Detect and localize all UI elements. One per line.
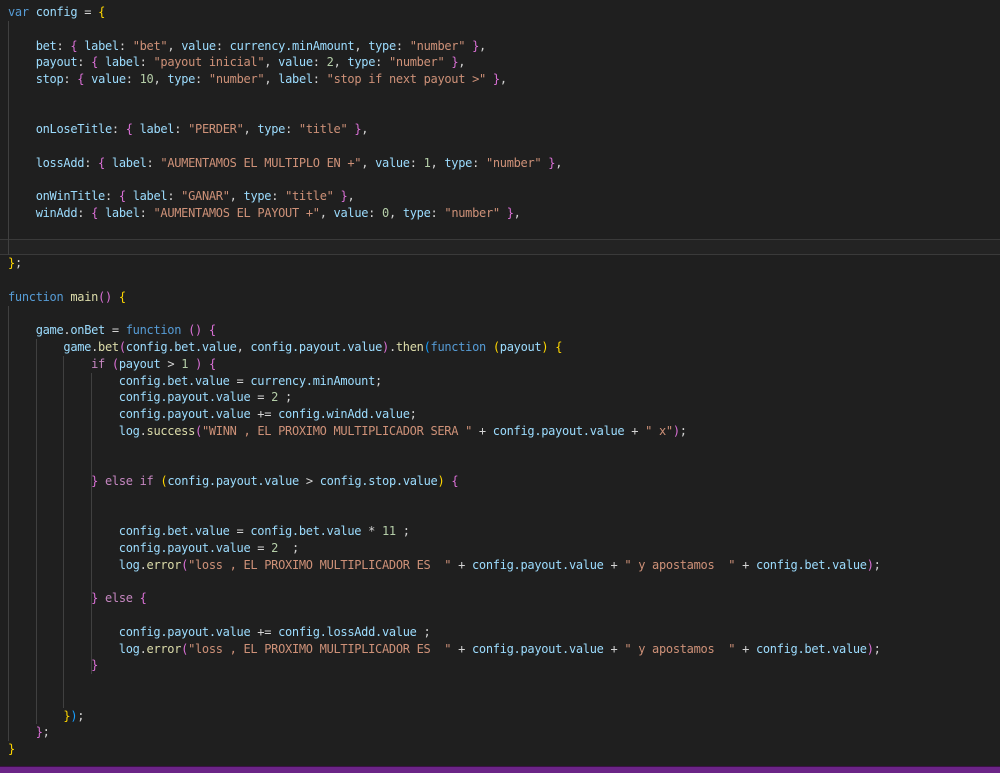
indent-guide bbox=[8, 21, 9, 256]
code-line[interactable]: config.bet.value = currency.minAmount; bbox=[0, 373, 1000, 390]
code-line[interactable] bbox=[0, 574, 1000, 591]
code-line[interactable] bbox=[0, 138, 1000, 155]
code-line[interactable]: config.payout.value += config.winAdd.val… bbox=[0, 406, 1000, 423]
code-line[interactable] bbox=[0, 607, 1000, 624]
indent-guide bbox=[8, 306, 9, 742]
code-line[interactable] bbox=[0, 674, 1000, 691]
code-line[interactable]: game.onBet = function () { bbox=[0, 322, 1000, 339]
code-line[interactable]: config.payout.value = 2 ; bbox=[0, 540, 1000, 557]
code-line[interactable]: } bbox=[0, 657, 1000, 674]
code-line[interactable]: if (payout > 1 ) { bbox=[0, 356, 1000, 373]
code-line[interactable]: onLoseTitle: { label: "PERDER", type: "t… bbox=[0, 121, 1000, 138]
code-line[interactable]: config.bet.value = config.bet.value * 11… bbox=[0, 523, 1000, 540]
code-line[interactable] bbox=[0, 172, 1000, 189]
code-line[interactable]: game.bet(config.bet.value, config.payout… bbox=[0, 339, 1000, 356]
code-line[interactable] bbox=[0, 456, 1000, 473]
code-line[interactable] bbox=[0, 507, 1000, 524]
code-line[interactable] bbox=[0, 88, 1000, 105]
code-line[interactable]: bet: { label: "bet", value: currency.min… bbox=[0, 38, 1000, 55]
code-line[interactable]: }; bbox=[0, 255, 1000, 272]
code-line[interactable]: payout: { label: "payout inicial", value… bbox=[0, 54, 1000, 71]
code-line[interactable] bbox=[0, 21, 1000, 38]
status-bar[interactable] bbox=[0, 766, 1000, 773]
code-line[interactable]: } else { bbox=[0, 590, 1000, 607]
code-line[interactable] bbox=[0, 105, 1000, 122]
code-line[interactable]: onWinTitle: { label: "GANAR", type: "tit… bbox=[0, 188, 1000, 205]
code-line[interactable] bbox=[0, 440, 1000, 457]
code-line[interactable]: log.error("loss , EL PROXIMO MULTIPLICAD… bbox=[0, 641, 1000, 658]
code-line[interactable] bbox=[0, 691, 1000, 708]
code-line[interactable] bbox=[0, 272, 1000, 289]
indent-guide bbox=[91, 373, 92, 675]
code-line[interactable] bbox=[0, 222, 1000, 239]
code-line[interactable]: stop: { value: 10, type: "number", label… bbox=[0, 71, 1000, 88]
code-line[interactable] bbox=[0, 490, 1000, 507]
current-line-highlight[interactable] bbox=[0, 239, 1000, 256]
code-line[interactable]: lossAdd: { label: "AUMENTAMOS EL MULTIPL… bbox=[0, 155, 1000, 172]
code-area[interactable]: payout: { label: "payout" value: 2, type… bbox=[0, 0, 1000, 766]
code-line[interactable] bbox=[0, 306, 1000, 323]
code-line[interactable]: } else if (config.payout.value > config.… bbox=[0, 473, 1000, 490]
code-line[interactable]: } bbox=[0, 741, 1000, 758]
code-line[interactable]: }); bbox=[0, 708, 1000, 725]
code-line[interactable]: log.error("loss , EL PROXIMO MULTIPLICAD… bbox=[0, 557, 1000, 574]
code-line[interactable]: var config = { bbox=[0, 4, 1000, 21]
indent-guide bbox=[63, 356, 64, 708]
code-line[interactable]: function main() { bbox=[0, 289, 1000, 306]
code-line[interactable]: log.success("WINN , EL PROXIMO MULTIPLIC… bbox=[0, 423, 1000, 440]
code-line[interactable]: config.payout.value = 2 ; bbox=[0, 389, 1000, 406]
indent-guide bbox=[36, 339, 37, 724]
code-editor: payout: { label: "payout" value: 2, type… bbox=[0, 0, 1000, 773]
code-line[interactable]: winAdd: { label: "AUMENTAMOS EL PAYOUT +… bbox=[0, 205, 1000, 222]
code-line[interactable]: }; bbox=[0, 724, 1000, 741]
code-line[interactable]: config.payout.value += config.lossAdd.va… bbox=[0, 624, 1000, 641]
